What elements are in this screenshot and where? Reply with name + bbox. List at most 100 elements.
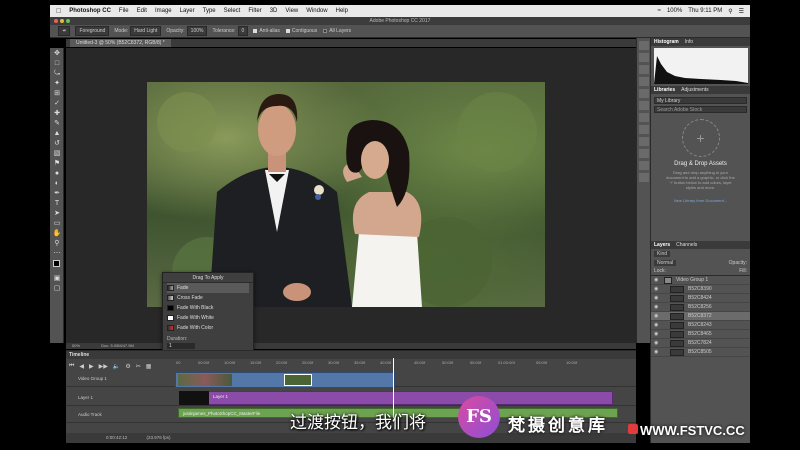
menu-3d[interactable]: 3D [270,8,278,14]
shape-tool-icon[interactable]: ▭ [52,219,62,228]
pen-tool-icon[interactable]: ✒ [52,189,62,198]
transition-option-fade-with-black[interactable]: Fade With Black [167,303,249,313]
layer-row-video-group[interactable]: ◉ Video Group 1 [651,276,750,285]
glyphs-panel-icon[interactable] [639,137,649,146]
paragraph-panel-icon[interactable] [639,113,649,122]
menu-file[interactable]: File [119,8,129,14]
tab-histogram[interactable]: Histogram [654,39,679,45]
menu-filter[interactable]: Filter [248,8,261,14]
hand-tool-icon[interactable]: ✋ [52,229,62,238]
paint-bucket-tool-icon[interactable]: ⚑ [52,159,62,168]
first-frame-icon[interactable]: ⏮ [69,363,74,370]
layer-row[interactable]: ◉ B52C8505 [651,348,750,357]
foreground-color-swatch[interactable] [53,260,60,267]
clock[interactable]: Thu 9:11 PM [688,8,722,14]
zoom-tool-icon[interactable]: ⚲ [52,239,62,248]
menu-window[interactable]: Window [306,8,327,14]
play-icon[interactable]: ▶ [89,363,94,370]
menu-list-icon[interactable]: ☰ [739,8,744,15]
visibility-eye-icon[interactable]: ◉ [654,349,660,355]
layer-row[interactable]: ◉ B52C8390 [651,285,750,294]
transition-option-fade-with-color[interactable]: Fade With Color [167,323,249,333]
type-tool-icon[interactable]: T [52,199,62,208]
layer-row[interactable]: ◉ B52C8465 [651,330,750,339]
tool-preset-picker[interactable]: ☙ [58,26,71,36]
styles-panel-icon[interactable] [639,161,649,170]
all-layers-checkbox[interactable] [323,29,328,33]
wifi-icon[interactable]: ≈ [658,8,661,14]
layer-row[interactable]: ◉ B52C8256 [651,303,750,312]
brushes-panel-icon[interactable] [639,101,649,110]
visibility-eye-icon[interactable]: ◉ [654,277,660,283]
timeline-ruler[interactable]: 00 00:00f 10:00f 15:00f 20:00f 25:00f 30… [176,360,631,366]
fill-source-select[interactable]: Foreground [75,26,110,36]
video-clip-strip[interactable] [175,372,395,388]
stamp-tool-icon[interactable]: ▲ [52,129,62,138]
apple-icon[interactable]:  [56,8,61,15]
swatches-panel-icon[interactable] [639,89,649,98]
library-search-input[interactable]: Search Adobe Stock [654,106,747,113]
menu-type[interactable]: Type [203,8,216,14]
transition-option-cross-fade[interactable]: Cross Fade [167,293,249,303]
menu-view[interactable]: View [285,8,298,14]
layer-row-selected[interactable]: ◉ B52C8372 [651,312,750,321]
paths-panel-icon[interactable] [639,149,649,158]
library-select[interactable]: My Library [654,97,747,104]
color-swatches[interactable] [52,259,63,273]
next-frame-icon[interactable]: ▶▶ [99,363,108,370]
tab-adjustments[interactable]: Adjustments [681,87,709,93]
menu-help[interactable]: Help [336,8,348,14]
zoom-window-button[interactable] [66,19,70,23]
visibility-eye-icon[interactable]: ◉ [654,304,660,310]
tab-libraries[interactable]: Libraries [654,87,675,93]
actions-panel-icon[interactable] [639,53,649,62]
quick-select-tool-icon[interactable]: ✦ [52,79,62,88]
layer-row[interactable]: ◉ B52C8243 [651,321,750,330]
minimize-window-button[interactable] [60,19,64,23]
layer-1-clip[interactable]: Layer 1 [179,391,613,405]
visibility-eye-icon[interactable]: ◉ [654,322,660,328]
visibility-eye-icon[interactable]: ◉ [654,340,660,346]
layer-kind-filter[interactable]: Kind [654,250,671,257]
properties-panel-icon[interactable] [639,65,649,74]
visibility-eye-icon[interactable]: ◉ [654,295,660,301]
menu-app[interactable]: Photoshop CC [69,8,111,14]
visibility-eye-icon[interactable]: ◉ [654,313,660,319]
visibility-eye-icon[interactable]: ◉ [654,331,660,337]
contiguous-checkbox[interactable] [285,29,290,33]
search-icon[interactable]: ⚲ [728,8,732,15]
settings-gear-icon[interactable]: ⚙ [125,363,130,370]
tab-channels[interactable]: Channels [676,242,697,248]
antialias-checkbox[interactable] [253,29,258,33]
eyedropper-tool-icon[interactable]: ✓ [52,99,62,108]
visibility-eye-icon[interactable]: ◉ [654,286,660,292]
eraser-tool-icon[interactable]: ▧ [52,149,62,158]
mode-select[interactable]: Hard Light [130,26,162,36]
blur-tool-icon[interactable]: ● [52,169,62,178]
document-tab[interactable]: Untitled-3 @ 50% (B52C8372, RGB/8) * [70,39,171,47]
layer-blend-mode[interactable]: Normal [654,259,677,266]
quick-mask-icon[interactable]: ▣ [52,274,62,283]
color-panel-icon[interactable] [639,77,649,86]
history-brush-tool-icon[interactable]: ↺ [52,139,62,148]
path-select-tool-icon[interactable]: ➤ [52,209,62,218]
transition-icon[interactable]: ▦ [146,363,152,370]
more-tools-icon[interactable]: ⋯ [52,249,62,258]
menu-select[interactable]: Select [224,8,241,14]
new-library-link[interactable]: New Library from Document... [651,198,750,203]
tab-layers[interactable]: Layers [654,242,670,248]
menu-image[interactable]: Image [155,8,172,14]
menu-edit[interactable]: Edit [137,8,147,14]
close-window-button[interactable] [54,19,58,23]
audio-icon[interactable]: 🔈 [113,363,120,370]
prev-frame-icon[interactable]: ◀ [79,363,84,370]
duration-input[interactable]: 1 [167,343,195,349]
split-icon[interactable]: ✂ [136,363,141,370]
3d-panel-icon[interactable] [639,173,649,182]
menu-layer[interactable]: Layer [180,8,195,14]
layer-row[interactable]: ◉ B52C8424 [651,294,750,303]
marquee-tool-icon[interactable]: □ [52,59,62,68]
dodge-tool-icon[interactable]: ◐ [52,179,62,188]
layer-row[interactable]: ◉ B52C7824 [651,339,750,348]
tolerance-input[interactable]: 0 [237,26,249,36]
